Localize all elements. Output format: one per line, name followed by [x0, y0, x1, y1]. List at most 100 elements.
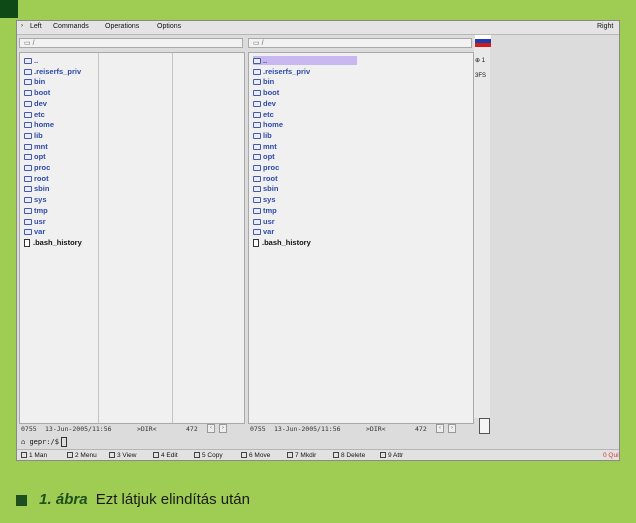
fkey-label: 6 Move: [249, 452, 271, 459]
menu-right[interactable]: Right: [597, 23, 613, 30]
folder-icon: [24, 165, 32, 172]
directory-item[interactable]: lib: [24, 131, 43, 140]
directory-item[interactable]: var: [253, 227, 274, 236]
folder-icon: [24, 154, 32, 161]
right-file-list[interactable]: .. .reiserfs_priv bin boot dev etc home lib mnt o…: [248, 52, 474, 424]
left-next-button[interactable]: ›: [219, 424, 227, 433]
fkey-attr-button[interactable]: 9 Attr: [380, 452, 403, 459]
directory-item[interactable]: .reiserfs_priv: [24, 67, 81, 76]
item-name: bin: [34, 77, 46, 87]
directory-item[interactable]: var: [24, 227, 45, 236]
item-name: .reiserfs_priv: [263, 66, 311, 76]
item-name: sys: [263, 195, 276, 205]
directory-item[interactable]: home: [24, 120, 54, 129]
item-name: tmp: [34, 205, 48, 215]
trash-icon[interactable]: [479, 418, 490, 434]
corner-mark: [0, 0, 18, 18]
fkey-edit-button[interactable]: 4 Edit: [153, 452, 178, 459]
folder-icon: [253, 132, 261, 139]
fkey-label: 5 Copy: [202, 452, 223, 459]
fkey-label: 8 Delete: [341, 452, 366, 459]
directory-item[interactable]: proc: [253, 163, 279, 172]
item-name: dev: [263, 98, 276, 108]
directory-item[interactable]: sbin: [253, 184, 278, 193]
file-item[interactable]: .bash_history: [24, 238, 82, 247]
left-panel[interactable]: ▭ / .. .reiserfs_priv bin boot dev etc home lib…: [19, 38, 245, 434]
right-panel[interactable]: ▭ / .. .reiserfs_priv bin boot dev etc home lib…: [248, 38, 474, 434]
directory-item[interactable]: sys: [24, 195, 47, 204]
delete-icon: [333, 452, 339, 459]
item-name: usr: [34, 216, 46, 226]
fkey-label: 1 Man: [29, 452, 48, 459]
item-name: bin: [263, 77, 275, 87]
directory-item[interactable]: dev: [24, 99, 47, 108]
directory-item[interactable]: mnt: [24, 142, 48, 151]
directory-item[interactable]: boot: [253, 88, 279, 97]
directory-item[interactable]: tmp: [24, 206, 48, 215]
directory-item[interactable]: lib: [253, 131, 272, 140]
right-path-field[interactable]: ▭ /: [248, 38, 472, 48]
drive-button-2[interactable]: 3FS: [475, 73, 486, 79]
directory-item[interactable]: ..: [253, 56, 357, 65]
file-item[interactable]: .bash_history: [253, 238, 311, 247]
directory-item[interactable]: bin: [253, 77, 274, 86]
item-name: var: [34, 227, 46, 237]
directory-item[interactable]: usr: [24, 217, 46, 226]
item-name: root: [34, 173, 49, 183]
drive-button-1[interactable]: ⊕ 1: [475, 57, 485, 64]
directory-item[interactable]: dev: [253, 99, 276, 108]
folder-icon: [253, 58, 261, 65]
command-line[interactable]: ⌂ gepr:/$: [21, 437, 67, 447]
right-next-button[interactable]: ›: [448, 424, 456, 433]
right-prev-button[interactable]: ‹: [436, 424, 444, 433]
directory-item[interactable]: opt: [253, 152, 275, 161]
directory-item[interactable]: .reiserfs_priv: [253, 67, 310, 76]
left-file-list[interactable]: .. .reiserfs_priv bin boot dev etc home lib mnt o…: [19, 52, 245, 424]
caption-square-icon: [16, 494, 27, 506]
item-name: mnt: [34, 141, 48, 151]
directory-item[interactable]: ..: [24, 56, 38, 65]
item-name: proc: [34, 163, 51, 172]
directory-item[interactable]: etc: [253, 110, 274, 119]
menu-operations[interactable]: Operations: [105, 23, 139, 30]
menu-bar: › Left Commands Operations Options: [17, 21, 619, 35]
left-path-field[interactable]: ▭ /: [19, 38, 243, 48]
fkey-man-button[interactable]: 1 Man: [21, 452, 47, 459]
fkey-quit-button[interactable]: 0 Quit: [603, 452, 619, 459]
directory-item[interactable]: root: [253, 174, 278, 183]
item-name: var: [263, 227, 275, 237]
fkey-copy-button[interactable]: 5 Copy: [194, 452, 223, 459]
directory-item[interactable]: boot: [24, 88, 50, 97]
directory-item[interactable]: etc: [24, 110, 45, 119]
item-name: boot: [34, 88, 51, 98]
fkey-move-button[interactable]: 6 Move: [241, 452, 270, 459]
directory-item[interactable]: tmp: [253, 206, 277, 215]
left-prev-button[interactable]: ‹: [207, 424, 215, 433]
directory-item[interactable]: home: [253, 120, 283, 129]
fkey-mkdir-button[interactable]: 7 Mkdir: [287, 452, 316, 459]
folder-icon: [253, 154, 261, 161]
directory-item[interactable]: sbin: [24, 184, 49, 193]
directory-item[interactable]: mnt: [253, 142, 277, 151]
fkey-menu-button[interactable]: 2 Menu: [67, 452, 97, 459]
folder-icon: [24, 111, 32, 118]
item-name: .reiserfs_priv: [34, 66, 82, 76]
directory-item[interactable]: proc: [24, 163, 50, 172]
directory-item[interactable]: root: [24, 174, 49, 183]
directory-item[interactable]: bin: [24, 77, 45, 86]
folder-icon: [24, 79, 32, 86]
item-name: opt: [263, 152, 275, 162]
directory-item[interactable]: sys: [253, 195, 276, 204]
folder-icon: [253, 229, 261, 236]
directory-item[interactable]: usr: [253, 217, 275, 226]
menu-left[interactable]: Left: [30, 23, 42, 30]
item-name: lib: [263, 130, 272, 140]
fkey-delete-button[interactable]: 8 Delete: [333, 452, 365, 459]
column-divider: [172, 53, 173, 423]
fkey-view-button[interactable]: 3 View: [109, 452, 136, 459]
folder-icon: [24, 132, 32, 139]
menu-options[interactable]: Options: [157, 23, 181, 30]
directory-item[interactable]: opt: [24, 152, 46, 161]
command-input[interactable]: [60, 437, 67, 447]
menu-commands[interactable]: Commands: [53, 23, 89, 30]
